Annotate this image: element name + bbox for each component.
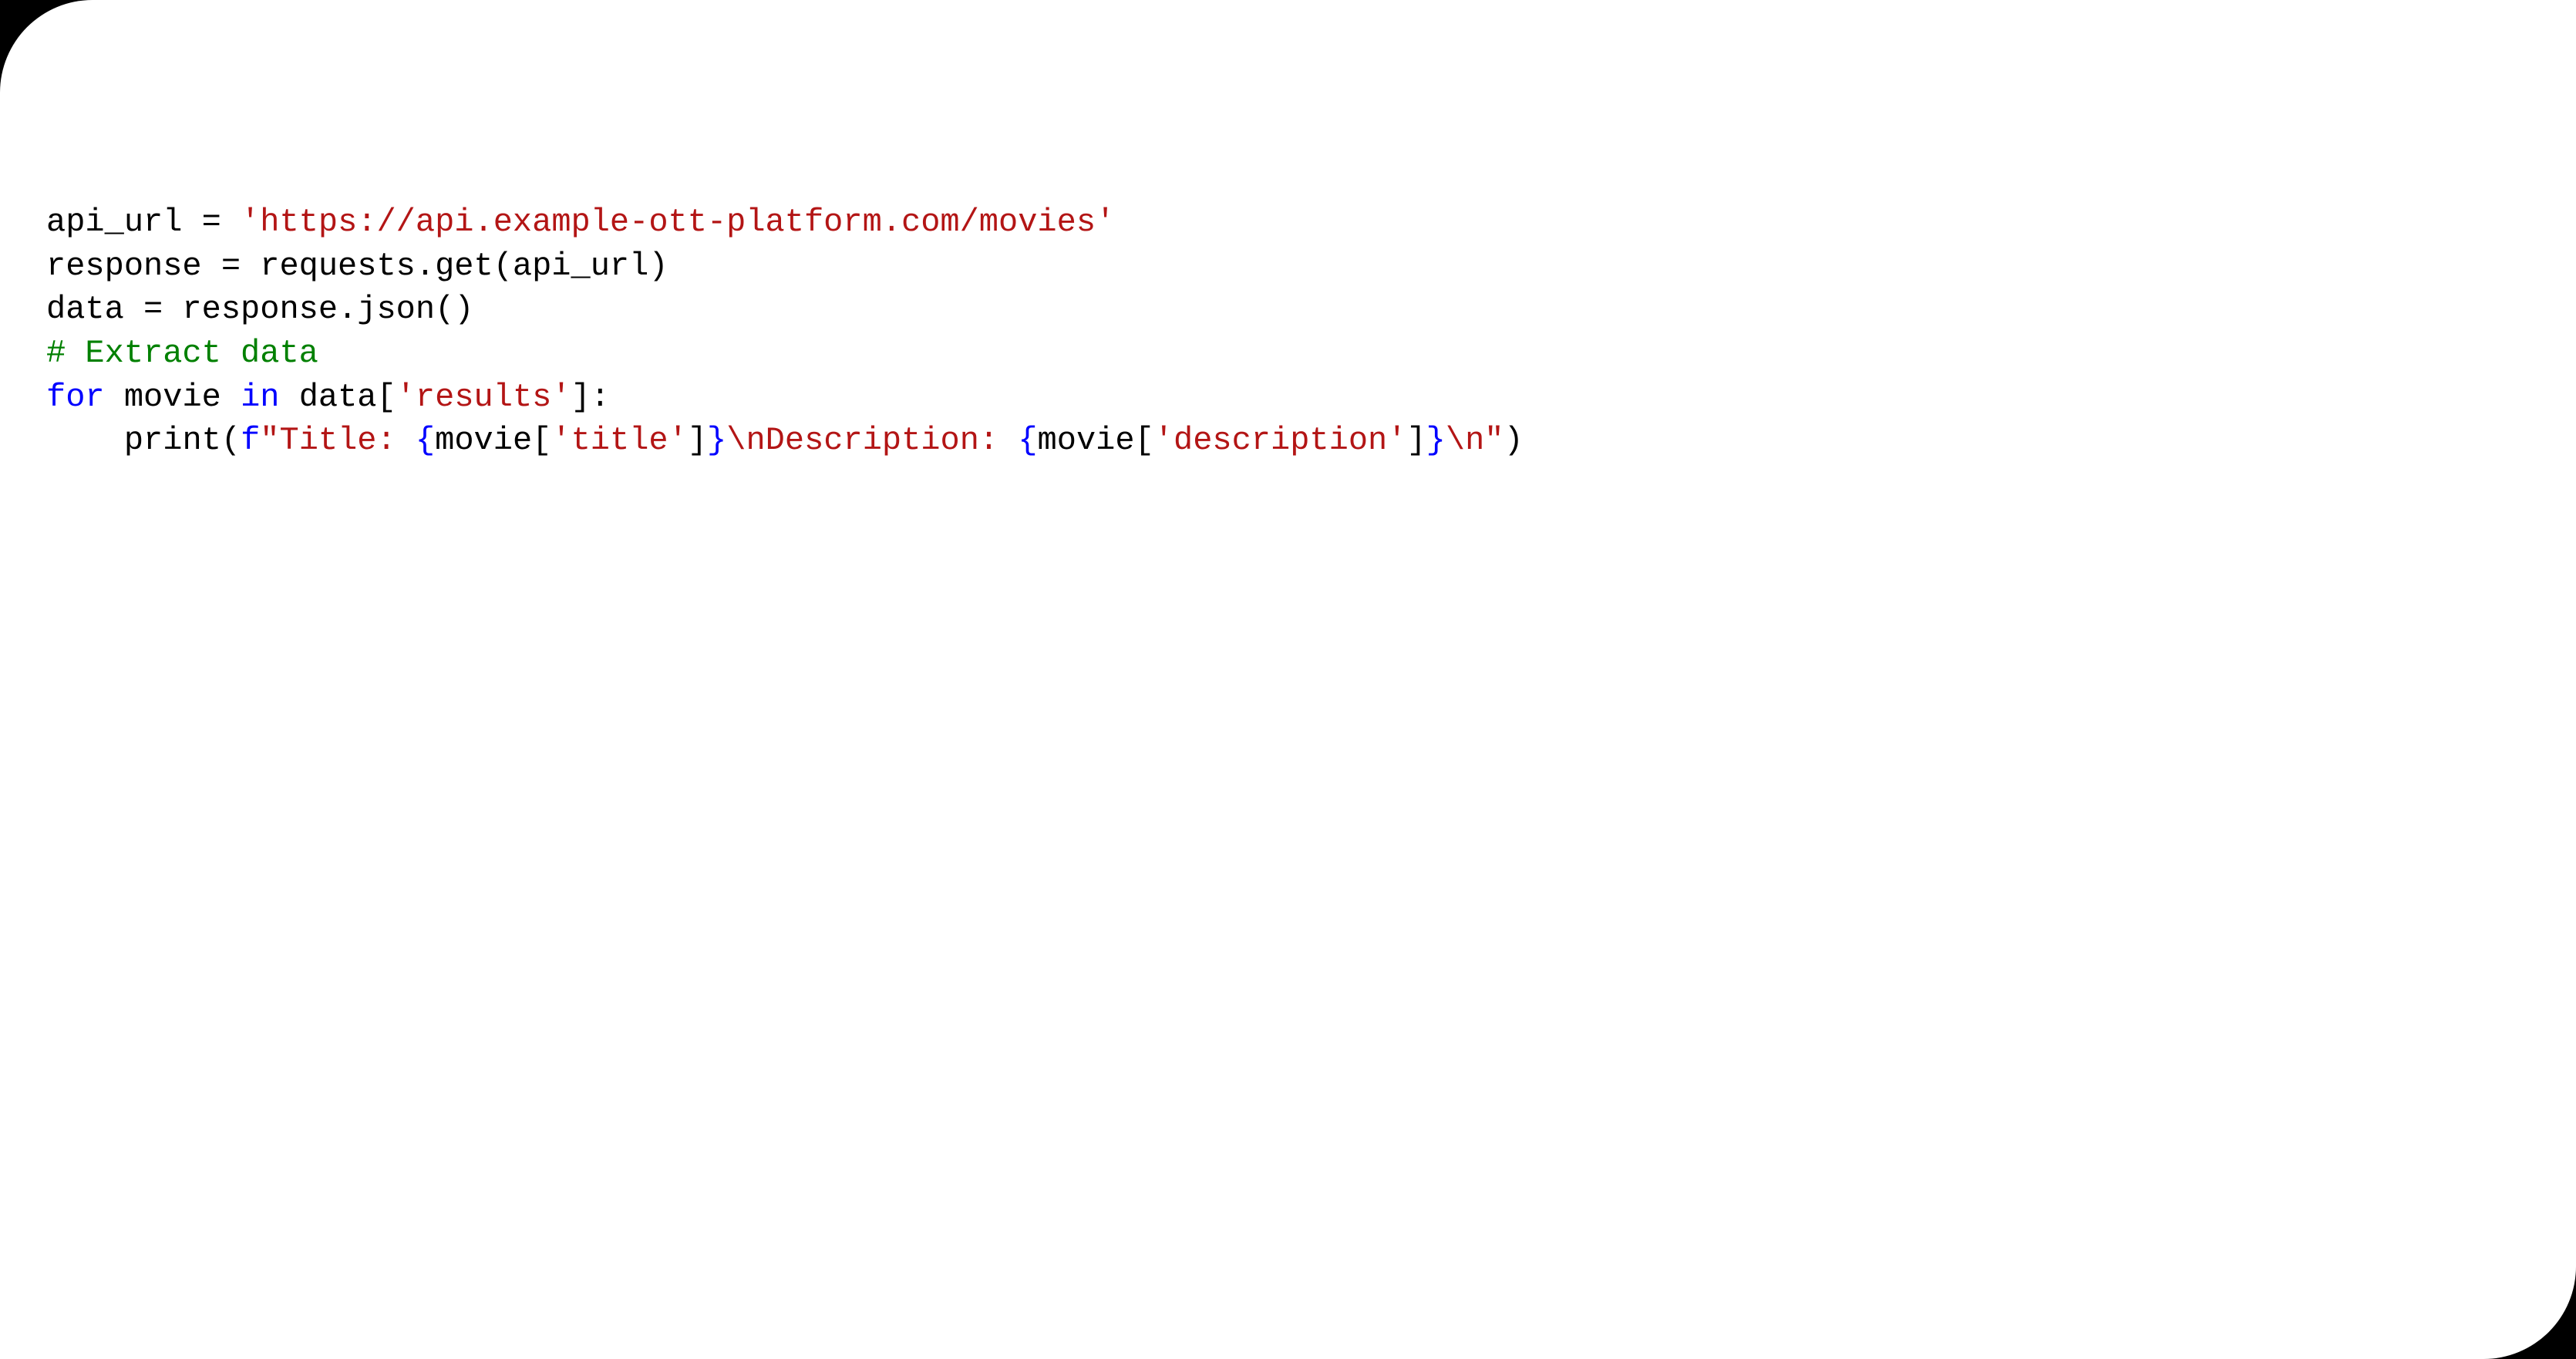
code-fprefix: f <box>241 422 260 459</box>
code-string: 'https://api.example-ott-platform.com/mo… <box>241 204 1115 241</box>
code-string: 'title' <box>551 422 687 459</box>
code-line-1: api_url = 'https://api.example-ott-platf… <box>46 204 1115 241</box>
code-text: ] <box>1406 422 1426 459</box>
code-text: ) <box>1504 422 1524 459</box>
code-interp-close: } <box>1426 422 1446 459</box>
code-line-5: for movie in data['results']: <box>46 379 610 416</box>
code-keyword: in <box>241 379 279 416</box>
code-line-2: response = requests.get(api_url) <box>46 248 668 285</box>
code-line-6: print(f"Title: {movie['title']}\nDescrip… <box>46 422 1524 459</box>
code-fstring: "Title: <box>260 422 416 459</box>
code-text: movie[ <box>435 422 551 459</box>
code-card: api_url = 'https://api.example-ott-platf… <box>0 0 2576 1359</box>
code-indent <box>46 422 124 459</box>
code-text: api_url = <box>46 204 241 241</box>
code-fstring: " <box>1484 422 1504 459</box>
code-text: data[ <box>279 379 396 416</box>
code-line-3: data = response.json() <box>46 291 474 328</box>
code-keyword: for <box>46 379 105 416</box>
code-interp-close: } <box>707 422 726 459</box>
code-text: movie <box>105 379 241 416</box>
code-comment: # Extract data <box>46 335 318 372</box>
code-interp-open: { <box>416 422 435 459</box>
code-text: movie[ <box>1038 422 1154 459</box>
code-escape: \n <box>1446 422 1484 459</box>
code-text: ]: <box>571 379 610 416</box>
code-fstring: Description: <box>766 422 1019 459</box>
code-escape: \n <box>726 422 765 459</box>
code-string: 'results' <box>396 379 571 416</box>
code-text: print( <box>124 422 241 459</box>
code-string: 'description' <box>1154 422 1407 459</box>
code-block: api_url = 'https://api.example-ott-platf… <box>46 201 2530 463</box>
code-interp-open: { <box>1018 422 1037 459</box>
code-text: ] <box>688 422 707 459</box>
